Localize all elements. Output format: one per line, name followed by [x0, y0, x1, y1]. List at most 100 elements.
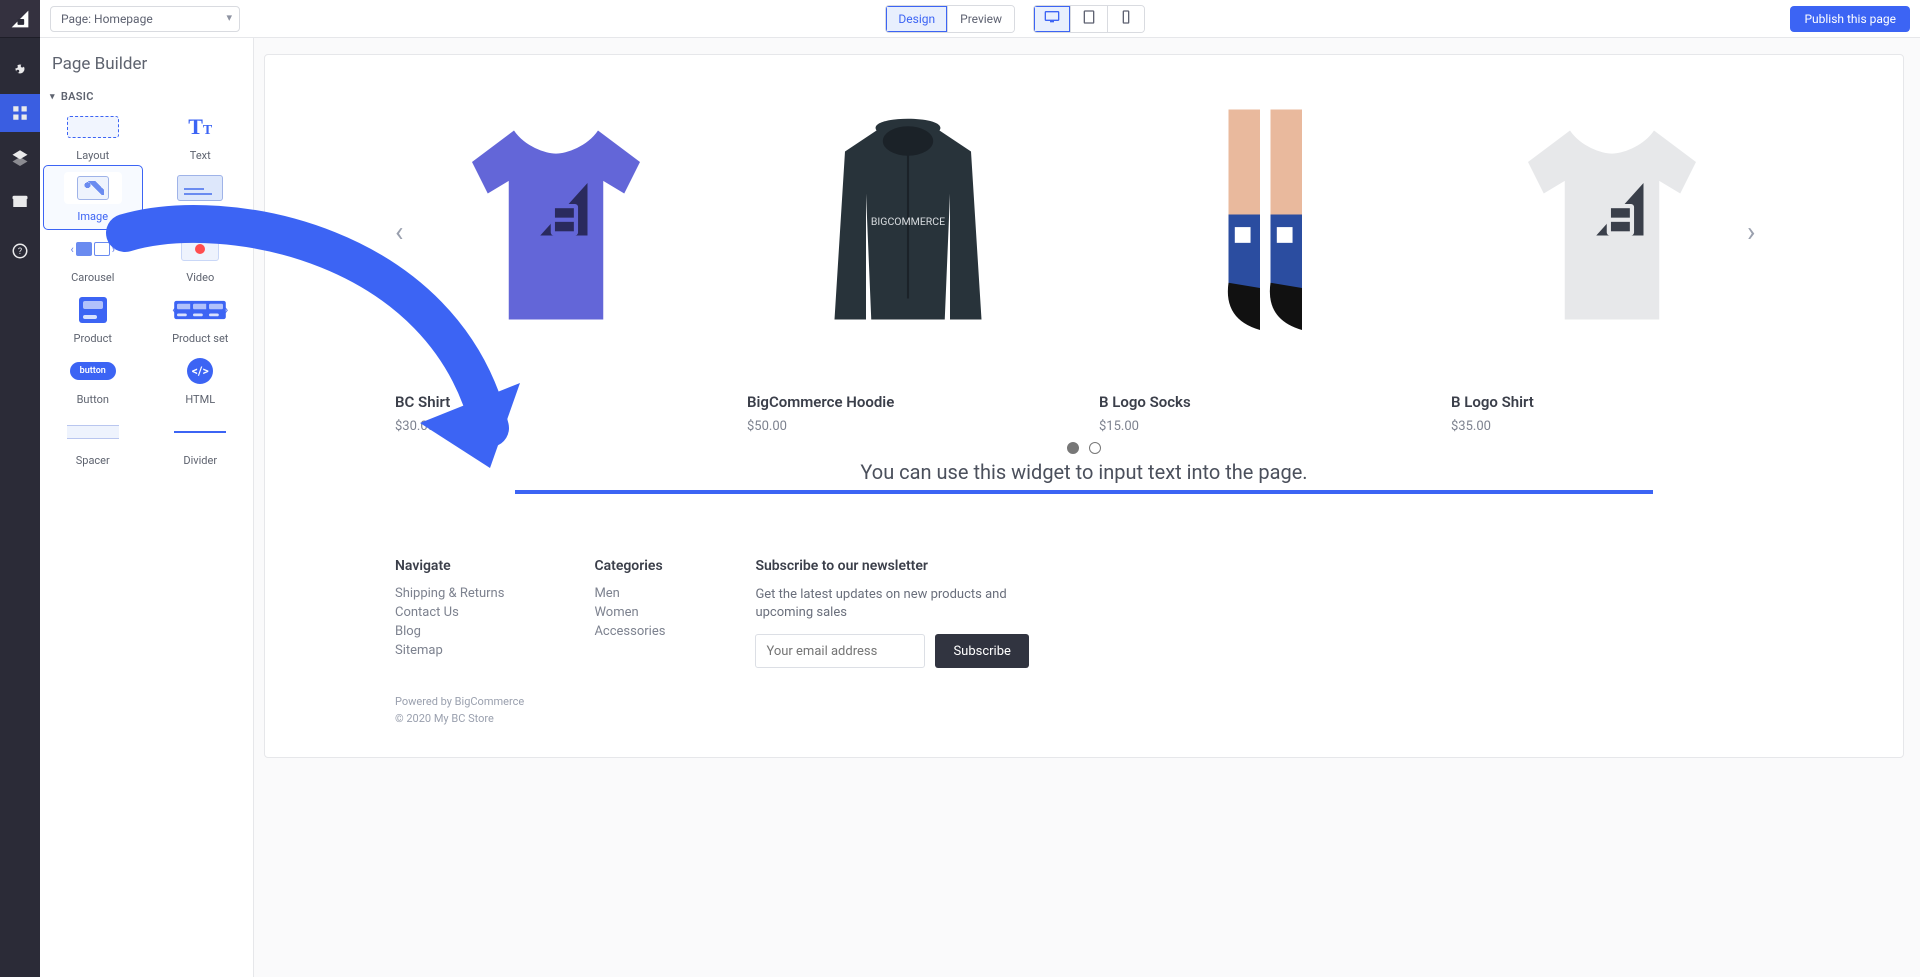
image-icon: [77, 176, 109, 200]
product-name: B Logo Socks: [1099, 393, 1191, 411]
button-icon: button: [70, 362, 116, 380]
widget-hero[interactable]: Hero Banner: [158, 172, 244, 223]
widgets-icon[interactable]: [0, 94, 40, 132]
canvas: ‹ › BC Shirt $30.00 BIGCOMMERCE BigComme…: [264, 54, 1904, 758]
widget-product-set[interactable]: Product set: [158, 294, 244, 345]
svg-text:?: ?: [18, 247, 22, 257]
widget-label: HTML: [185, 393, 215, 406]
product-card[interactable]: BC Shirt $30.00: [395, 105, 717, 434]
footer-link[interactable]: Contact Us: [395, 605, 504, 620]
footer-link[interactable]: Men: [594, 586, 665, 601]
preview-tab[interactable]: Preview: [947, 6, 1014, 32]
product-price: $30.00: [395, 419, 435, 434]
divider-icon: [174, 431, 226, 433]
product-image-icon: [451, 105, 661, 345]
widget-button[interactable]: button Button: [50, 355, 136, 406]
widget-label: Hero Banner: [170, 210, 231, 223]
carousel-dot[interactable]: [1067, 442, 1079, 454]
viewport-tablet[interactable]: [1070, 6, 1107, 32]
text-widget[interactable]: You can use this widget to input text in…: [395, 460, 1773, 484]
carousel-icon: ‹›: [70, 242, 115, 256]
footer-copy: Get the latest updates on new products a…: [755, 586, 1055, 622]
product-price: $35.00: [1451, 419, 1491, 434]
global-nav: ?: [0, 0, 40, 977]
side-panel: Page Builder BASIC Layout TT Text Image …: [40, 38, 254, 977]
footer-meta: Powered by BigCommerce © 2020 My BC Stor…: [395, 694, 1773, 727]
carousel-next[interactable]: ›: [1747, 215, 1773, 255]
product-name: B Logo Shirt: [1451, 393, 1534, 411]
mode-toggle: Design Preview: [885, 5, 1015, 33]
carousel-prev[interactable]: ‹: [395, 215, 421, 255]
viewport-desktop[interactable]: [1034, 6, 1070, 32]
widget-image[interactable]: Image: [44, 166, 142, 229]
widget-label: Divider: [183, 454, 217, 467]
product-image-icon: BIGCOMMERCE: [803, 105, 1013, 345]
product-name: BC Shirt: [395, 393, 450, 411]
widget-label: Button: [77, 393, 109, 406]
page-select-dropdown[interactable]: Page: Homepage: [50, 6, 240, 32]
widget-label: Product: [74, 332, 112, 345]
widget-carousel[interactable]: ‹› Carousel: [50, 233, 136, 284]
product-card[interactable]: B Logo Socks $15.00: [1099, 105, 1421, 434]
product-icon: [79, 297, 107, 323]
widget-text[interactable]: TT Text: [158, 111, 244, 162]
subscribe-button[interactable]: Subscribe: [935, 634, 1028, 668]
viewport-toggle: [1033, 5, 1145, 33]
product-image-icon: [1507, 105, 1717, 345]
widget-label: Layout: [76, 149, 109, 162]
product-card[interactable]: B Logo Shirt $35.00: [1451, 105, 1773, 434]
footer-heading: Subscribe to our newsletter: [755, 558, 1055, 574]
widget-video[interactable]: Video: [158, 233, 244, 284]
drop-indicator: [515, 490, 1653, 494]
design-tab[interactable]: Design: [886, 6, 947, 32]
page-select[interactable]: Page: Homepage: [50, 6, 240, 32]
carousel-dots: [395, 442, 1773, 454]
canvas-area[interactable]: ‹ › BC Shirt $30.00 BIGCOMMERCE BigComme…: [254, 38, 1920, 977]
widget-label: Spacer: [76, 454, 110, 467]
product-price: $15.00: [1099, 419, 1139, 434]
widget-layout[interactable]: Layout: [50, 111, 136, 162]
widget-label: Video: [186, 271, 214, 284]
widget-divider[interactable]: Divider: [158, 416, 244, 467]
spacer-icon: [67, 425, 119, 439]
widget-label: Text: [190, 149, 211, 162]
theme-icon[interactable]: [0, 50, 40, 88]
footer: Navigate Shipping & Returns Contact Us B…: [395, 558, 1773, 668]
widget-label: Product set: [172, 332, 228, 345]
footer-link[interactable]: Women: [594, 605, 665, 620]
logo-icon: [0, 0, 40, 38]
layout-icon: [67, 116, 119, 138]
html-icon: </>: [187, 358, 213, 384]
viewport-mobile[interactable]: [1107, 6, 1144, 32]
help-icon[interactable]: ?: [0, 232, 40, 270]
widget-html[interactable]: </> HTML: [158, 355, 244, 406]
product-name: BigCommerce Hoodie: [747, 393, 894, 411]
footer-link[interactable]: Accessories: [594, 624, 665, 639]
storefront-icon[interactable]: [0, 182, 40, 220]
widget-spacer[interactable]: Spacer: [50, 416, 136, 467]
widget-product[interactable]: Product: [50, 294, 136, 345]
hero-icon: [177, 175, 223, 201]
text-icon: TT: [188, 114, 212, 140]
product-price: $50.00: [747, 419, 787, 434]
group-basic[interactable]: BASIC: [50, 90, 243, 103]
svg-text:BIGCOMMERCE: BIGCOMMERCE: [871, 215, 945, 228]
widget-label: Carousel: [71, 271, 114, 284]
product-image-icon: [1155, 105, 1365, 345]
product-card[interactable]: BIGCOMMERCE BigCommerce Hoodie $50.00: [747, 105, 1069, 434]
top-bar: Page: Homepage Design Preview Publish th…: [40, 0, 1920, 38]
video-icon: [181, 237, 219, 261]
footer-link[interactable]: Shipping & Returns: [395, 586, 504, 601]
productset-icon: [172, 299, 228, 321]
product-carousel: BC Shirt $30.00 BIGCOMMERCE BigCommerce …: [395, 105, 1773, 434]
meta-line: Powered by BigCommerce: [395, 694, 1773, 711]
newsletter-email-field[interactable]: [755, 634, 925, 668]
publish-button[interactable]: Publish this page: [1790, 6, 1910, 32]
footer-link[interactable]: Blog: [395, 624, 504, 639]
meta-line: © 2020 My BC Store: [395, 711, 1773, 728]
panel-title: Page Builder: [52, 54, 243, 74]
carousel-dot[interactable]: [1089, 442, 1101, 454]
footer-link[interactable]: Sitemap: [395, 643, 504, 658]
layers-icon[interactable]: [0, 138, 40, 176]
widget-label: Image: [77, 210, 108, 223]
